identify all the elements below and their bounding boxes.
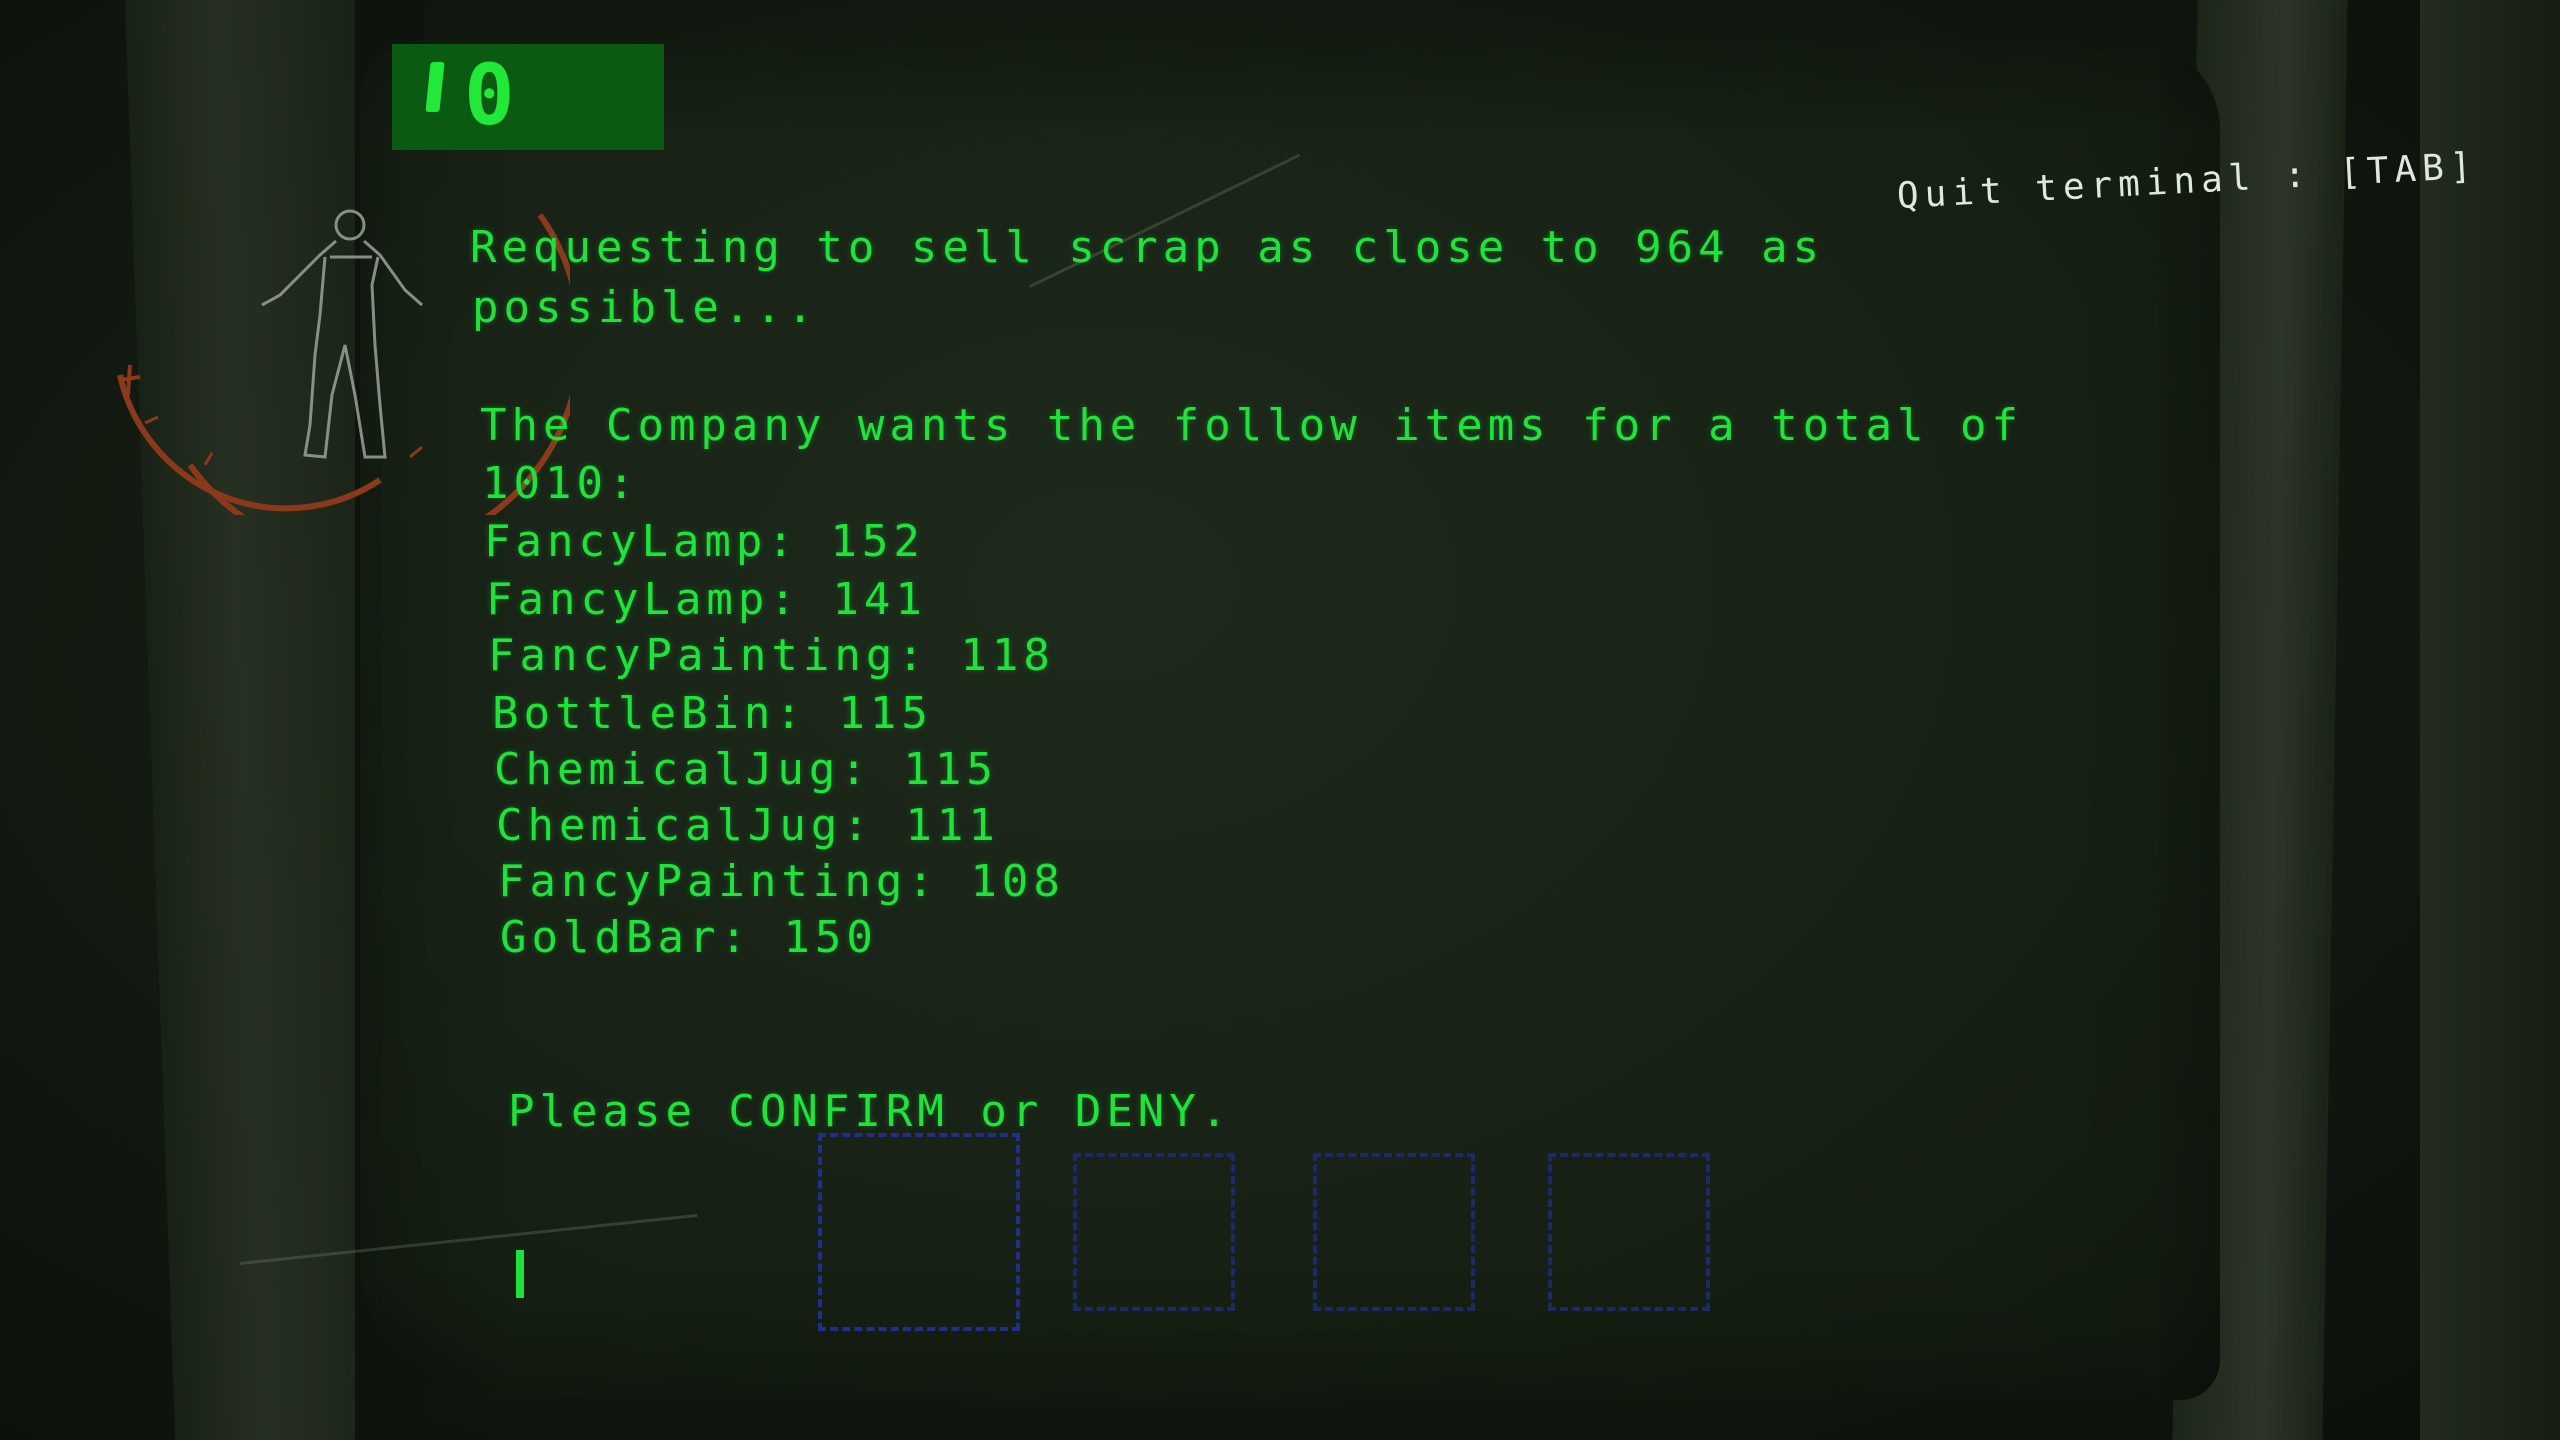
right-frame-edge bbox=[2420, 0, 2560, 1440]
request-line: Requesting to sell scrap as close to 964… bbox=[470, 222, 1825, 273]
sell-item: FancyPainting: 118 bbox=[488, 630, 1055, 681]
sell-item: BottleBin: 115 bbox=[492, 688, 933, 739]
credits-display: 0 bbox=[392, 44, 664, 150]
company-total-line: 1010: bbox=[482, 458, 640, 509]
credits-icon bbox=[425, 62, 445, 112]
inventory-slot-3[interactable] bbox=[1313, 1153, 1475, 1311]
confirm-prompt: Please CONFIRM or DENY. bbox=[508, 1086, 1233, 1137]
sell-item: ChemicalJug: 115 bbox=[494, 744, 998, 795]
sell-item: ChemicalJug: 111 bbox=[496, 800, 1000, 851]
terminal-input-cursor[interactable] bbox=[516, 1250, 524, 1298]
sell-item: FancyPainting: 108 bbox=[498, 856, 1065, 907]
company-line: The Company wants the follow items for a… bbox=[480, 400, 2024, 451]
sell-item: FancyLamp: 152 bbox=[484, 516, 925, 567]
credits-value: 0 bbox=[464, 46, 519, 144]
request-line: possible... bbox=[472, 282, 819, 333]
sell-item: GoldBar: 150 bbox=[500, 912, 878, 963]
sell-item: FancyLamp: 141 bbox=[486, 574, 927, 625]
inventory-slot-2[interactable] bbox=[1073, 1153, 1235, 1311]
inventory-slot-1[interactable] bbox=[818, 1133, 1020, 1331]
inventory-slot-4[interactable] bbox=[1548, 1153, 1710, 1311]
game-scene: 0 Quit terminal : [TAB] Requesting to se… bbox=[0, 0, 2560, 1440]
